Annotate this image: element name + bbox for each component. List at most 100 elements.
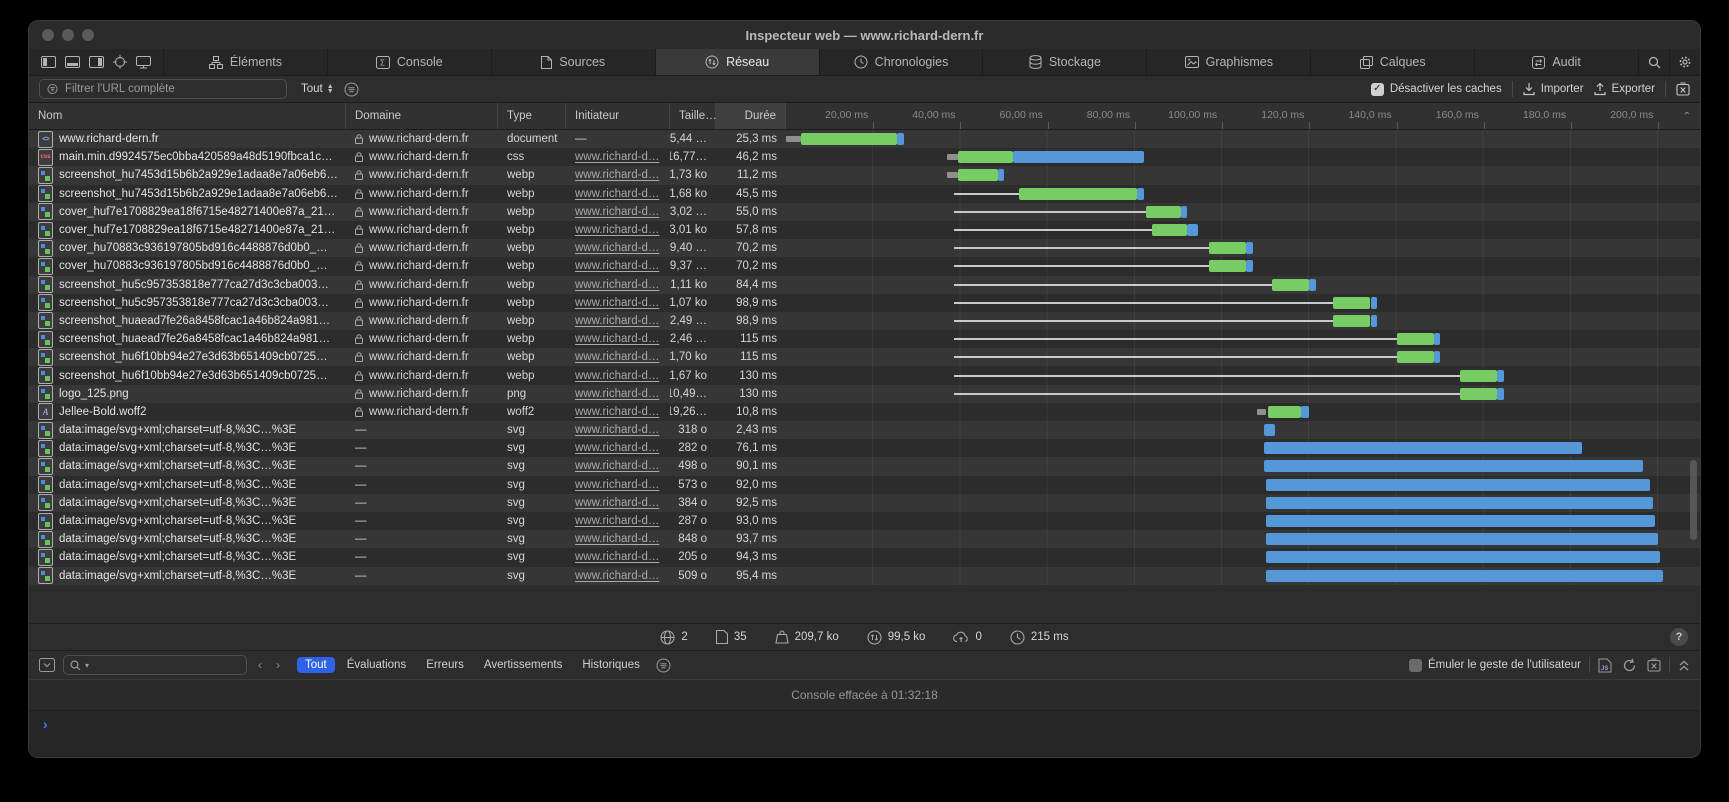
emulate-user-gesture-checkbox[interactable]: ✓ Émuler le geste de l'utilisateur xyxy=(1409,659,1581,672)
next-result-button[interactable]: › xyxy=(273,658,283,672)
network-table-row[interactable]: screenshot_hu6f10bb94e27e3d63b651409cb07… xyxy=(29,348,1700,366)
network-table-row[interactable]: screenshot_hu5c957353818e777ca27d3c3cba0… xyxy=(29,276,1700,294)
network-table-row[interactable]: screenshot_huaead7fe26a8458fcac1a46b824a… xyxy=(29,312,1700,330)
initiator-link[interactable]: www.richard-d… xyxy=(575,424,659,436)
url-filter-input[interactable] xyxy=(63,82,279,96)
network-table-row[interactable]: screenshot_huaead7fe26a8458fcac1a46b824a… xyxy=(29,330,1700,348)
minimize-window-button[interactable] xyxy=(62,29,74,41)
initiator-link[interactable]: www.richard-d… xyxy=(575,533,659,545)
tab-storage[interactable]: Stockage xyxy=(983,49,1147,75)
initiator-link[interactable]: www.richard-d… xyxy=(575,551,659,563)
scroll-top-chevron-icon[interactable]: ⌃ xyxy=(1683,111,1691,122)
initiator-link[interactable]: www.richard-d… xyxy=(575,315,659,327)
console-prompt[interactable]: › xyxy=(29,711,1700,757)
disable-caches-checkbox[interactable]: ✓ Désactiver les caches xyxy=(1371,83,1502,96)
initiator-link[interactable]: www.richard-d… xyxy=(575,260,659,272)
dock-bottom-icon[interactable] xyxy=(65,56,80,68)
initiator-link[interactable]: www.richard-d… xyxy=(575,442,659,454)
help-button[interactable]: ? xyxy=(1670,628,1688,646)
tab-network[interactable]: Réseau xyxy=(656,49,820,75)
console-scope-évaluations[interactable]: Évaluations xyxy=(339,657,414,673)
network-table-row[interactable]: AJellee-Bold.woff2www.richard-dern.frwof… xyxy=(29,403,1700,421)
network-table-row[interactable]: screenshot_hu7453d15b6b2a929e1adaa8e7a06… xyxy=(29,185,1700,203)
search-button[interactable] xyxy=(1639,49,1670,75)
initiator-link[interactable]: www.richard-d… xyxy=(575,333,659,345)
console-scope-tout[interactable]: Tout xyxy=(297,657,335,673)
column-header-duree[interactable]: Durée xyxy=(716,103,786,129)
column-header-nom[interactable]: Nom xyxy=(29,103,346,129)
network-table-row[interactable]: data:image/svg+xml;charset=utf-8,%3C…%3E… xyxy=(29,548,1700,566)
initiator-link[interactable]: www.richard-d… xyxy=(575,388,659,400)
vertical-scrollbar[interactable] xyxy=(1690,460,1697,540)
initiator-link[interactable]: www.richard-d… xyxy=(575,188,659,200)
tab-timelines[interactable]: Chronologies xyxy=(820,49,984,75)
expand-console-icon[interactable] xyxy=(1678,659,1690,672)
network-table-row[interactable]: cover_hu70883c936197805bd916c4488876d0b0… xyxy=(29,239,1700,257)
network-table-row[interactable]: logo_125.pngwww.richard-dern.frpngwww.ri… xyxy=(29,385,1700,403)
initiator-link[interactable]: www.richard-d… xyxy=(575,279,659,291)
initiator-link[interactable]: www.richard-d… xyxy=(575,351,659,363)
reload-icon[interactable] xyxy=(1622,658,1637,673)
element-picker-icon[interactable] xyxy=(113,55,127,69)
tab-graphics[interactable]: Graphismes xyxy=(1147,49,1311,75)
console-scope-avertissements[interactable]: Avertissements xyxy=(476,657,570,673)
console-scope-erreurs[interactable]: Erreurs xyxy=(418,657,472,673)
network-table-row[interactable]: data:image/svg+xml;charset=utf-8,%3C…%3E… xyxy=(29,530,1700,548)
network-table-row[interactable]: screenshot_hu6f10bb94e27e3d63b651409cb07… xyxy=(29,366,1700,384)
console-scope-historiques[interactable]: Historiques xyxy=(574,657,648,673)
initiator-link[interactable]: www.richard-d… xyxy=(575,224,659,236)
tab-sources[interactable]: Sources xyxy=(492,49,656,75)
import-button[interactable]: Importer xyxy=(1523,83,1584,96)
initiator-link[interactable]: www.richard-d… xyxy=(575,460,659,472)
initiator-link[interactable]: www.richard-d… xyxy=(575,297,659,309)
settings-gear-button[interactable] xyxy=(1670,49,1700,75)
network-table-row[interactable]: cssmain.min.d9924575ec0bba420589a48d5190… xyxy=(29,148,1700,166)
network-table-row[interactable]: cover_huf7e1708829ea18f6715e48271400e87a… xyxy=(29,203,1700,221)
initiator-link[interactable]: www.richard-d… xyxy=(575,242,659,254)
network-table-row[interactable]: data:image/svg+xml;charset=utf-8,%3C…%3E… xyxy=(29,439,1700,457)
column-header-taille[interactable]: Taille… xyxy=(670,103,716,129)
url-filter-field[interactable] xyxy=(39,79,287,99)
collapse-console-icon[interactable] xyxy=(39,658,55,672)
initiator-link[interactable]: www.richard-d… xyxy=(575,406,659,418)
network-table-row[interactable]: cover_hu70883c936197805bd916c4488876d0b0… xyxy=(29,257,1700,275)
network-table-row[interactable]: <>www.richard-dern.frwww.richard-dern.fr… xyxy=(29,130,1700,148)
zoom-window-button[interactable] xyxy=(82,29,94,41)
initiator-link[interactable]: www.richard-d… xyxy=(575,151,659,163)
tab-elements[interactable]: Éléments xyxy=(164,49,328,75)
network-table-row[interactable]: data:image/svg+xml;charset=utf-8,%3C…%3E… xyxy=(29,476,1700,494)
resource-type-select[interactable]: Tout ▲▼ xyxy=(301,83,334,95)
network-table-row[interactable]: data:image/svg+xml;charset=utf-8,%3C…%3E… xyxy=(29,567,1700,585)
console-filter-icon[interactable] xyxy=(656,658,671,673)
network-table-row[interactable]: screenshot_hu5c957353818e777ca27d3c3cba0… xyxy=(29,294,1700,312)
initiator-link[interactable]: www.richard-d… xyxy=(575,515,659,527)
initiator-link[interactable]: www.richard-d… xyxy=(575,169,659,181)
column-header-domaine[interactable]: Domaine xyxy=(346,103,498,129)
initiator-link[interactable]: www.richard-d… xyxy=(575,570,659,582)
tab-console[interactable]: ΣConsole xyxy=(328,49,492,75)
initiator-link[interactable]: www.richard-d… xyxy=(575,479,659,491)
dock-right-icon[interactable] xyxy=(89,56,104,68)
column-header-type[interactable]: Type xyxy=(498,103,566,129)
close-window-button[interactable] xyxy=(42,29,54,41)
export-button[interactable]: Exporter xyxy=(1594,83,1655,96)
network-table-row[interactable]: screenshot_hu7453d15b6b2a929e1adaa8e7a06… xyxy=(29,166,1700,184)
initiator-link[interactable]: www.richard-d… xyxy=(575,206,659,218)
network-table-row[interactable]: data:image/svg+xml;charset=utf-8,%3C…%3E… xyxy=(29,494,1700,512)
initiator-link[interactable]: www.richard-d… xyxy=(575,497,659,509)
console-search-field[interactable]: ▾ xyxy=(63,655,247,675)
network-table-row[interactable]: data:image/svg+xml;charset=utf-8,%3C…%3E… xyxy=(29,421,1700,439)
previous-result-button[interactable]: ‹ xyxy=(255,658,265,672)
run-javascript-icon[interactable]: JS xyxy=(1598,658,1612,673)
initiator-link[interactable]: www.richard-d… xyxy=(575,370,659,382)
tab-audit[interactable]: Audit xyxy=(1475,49,1639,75)
network-table-row[interactable]: data:image/svg+xml;charset=utf-8,%3C…%3E… xyxy=(29,457,1700,475)
clear-console-icon[interactable] xyxy=(1647,658,1661,672)
clear-network-items-icon[interactable] xyxy=(1676,82,1690,96)
dock-left-icon[interactable] xyxy=(41,56,56,68)
network-table-row[interactable]: cover_huf7e1708829ea18f6715e48271400e87a… xyxy=(29,221,1700,239)
device-icon[interactable] xyxy=(136,56,151,69)
tab-layers[interactable]: Calques xyxy=(1311,49,1475,75)
column-header-initiateur[interactable]: Initiateur xyxy=(566,103,670,129)
network-table-row[interactable]: data:image/svg+xml;charset=utf-8,%3C…%3E… xyxy=(29,512,1700,530)
